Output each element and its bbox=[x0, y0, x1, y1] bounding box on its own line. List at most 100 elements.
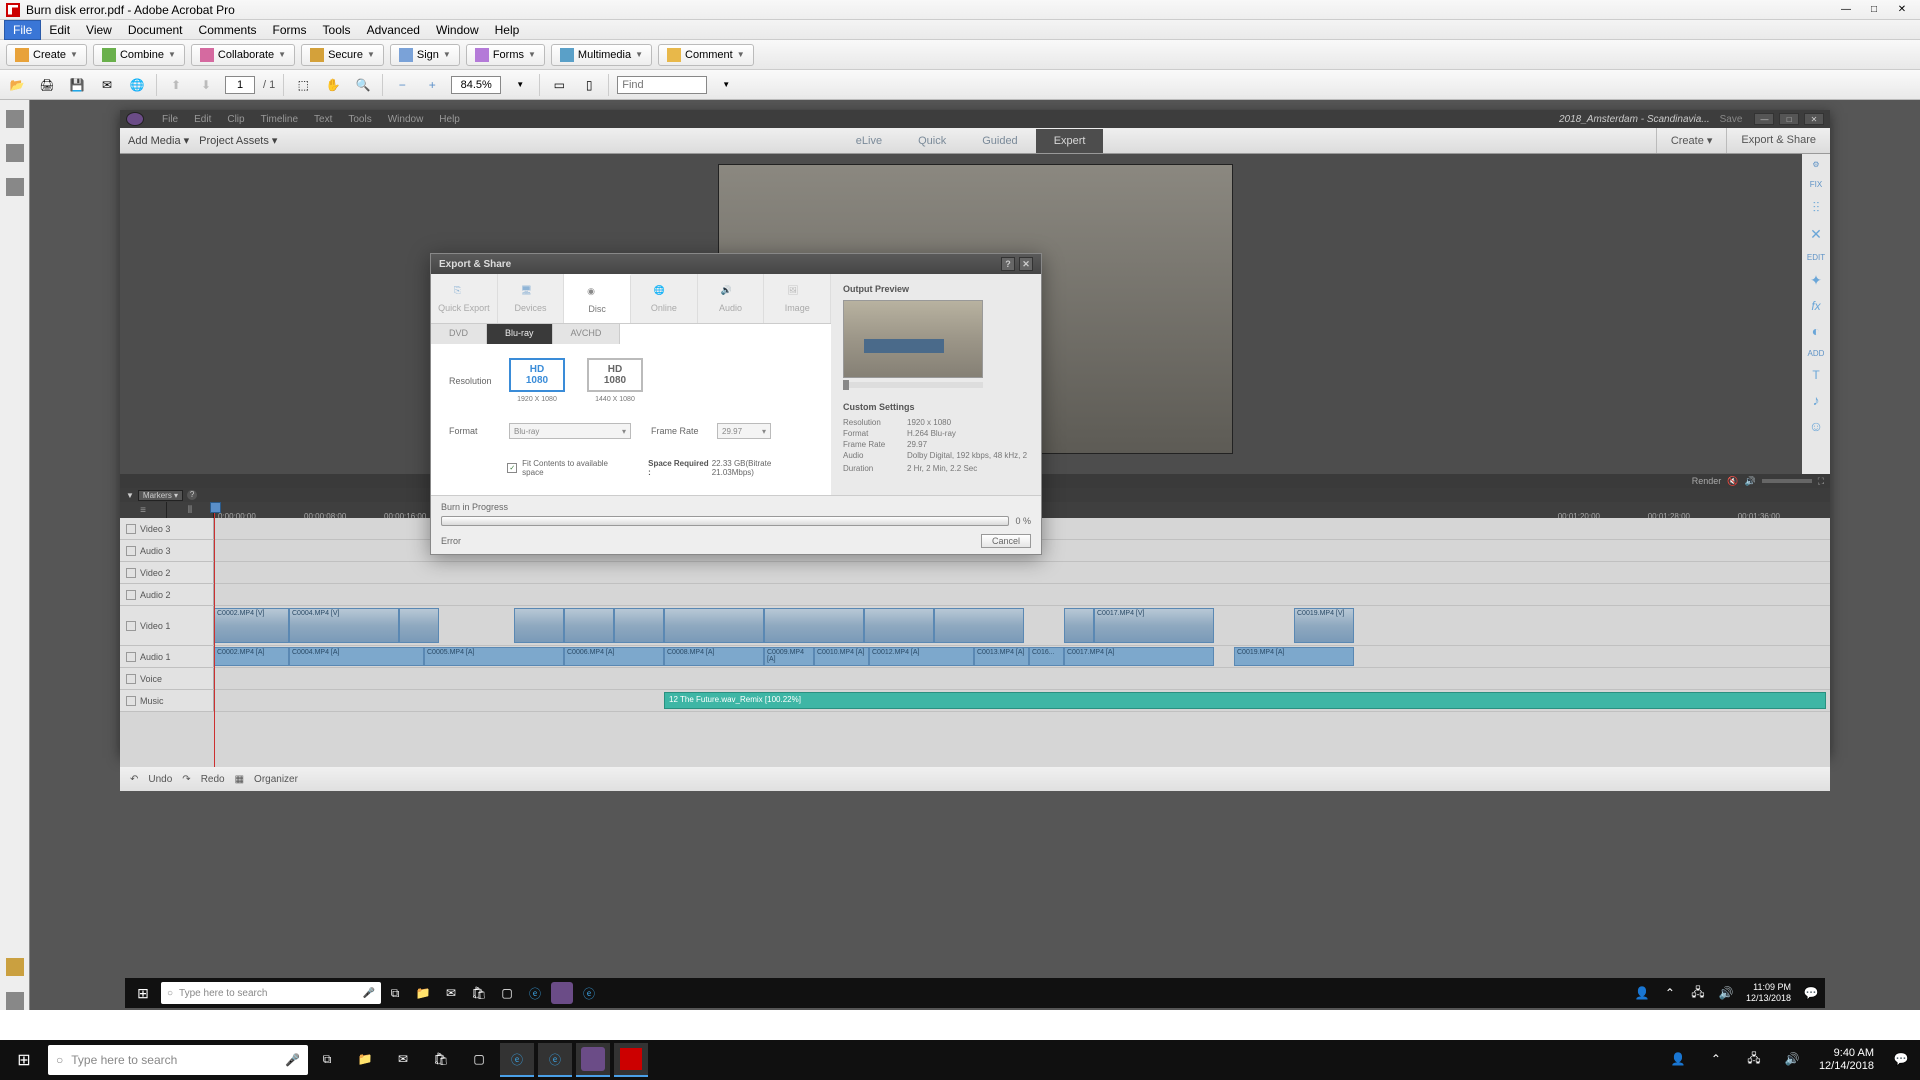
redo-button[interactable]: Redo bbox=[201, 774, 225, 785]
task-view-icon[interactable]: ⧉ bbox=[310, 1043, 344, 1077]
menu-document[interactable]: Document bbox=[120, 21, 191, 39]
premiere-taskbar-icon[interactable] bbox=[576, 1043, 610, 1077]
video-clip[interactable] bbox=[614, 608, 664, 643]
open-icon[interactable]: 📂 bbox=[6, 74, 28, 96]
timeline-tool-1[interactable]: ≡ bbox=[120, 502, 167, 518]
terminal-icon[interactable]: ▢ bbox=[462, 1043, 496, 1077]
fullscreen-icon[interactable]: ⛶ bbox=[1818, 476, 1824, 487]
tab-audio[interactable]: 🔊Audio bbox=[698, 274, 765, 323]
format-dropdown[interactable]: Blu-ray▾ bbox=[509, 423, 631, 439]
timeline-tool-2[interactable]: ⫴ bbox=[167, 502, 214, 518]
organizer-button[interactable]: Organizer bbox=[254, 774, 298, 785]
menu-comments[interactable]: Comments bbox=[191, 21, 265, 39]
inner-task-view-icon[interactable]: ⧉ bbox=[383, 981, 407, 1005]
transitions-icon[interactable]: ◐ bbox=[1812, 323, 1820, 339]
find-input[interactable] bbox=[617, 76, 707, 94]
track-toggle-icon[interactable] bbox=[126, 568, 136, 578]
pr-menu-clip[interactable]: Clip bbox=[219, 114, 252, 125]
resolution-1440[interactable]: HD1080 bbox=[587, 358, 643, 392]
minimize-button[interactable]: — bbox=[1834, 2, 1858, 18]
audio-clip[interactable]: C0012.MP4 [A] bbox=[869, 647, 974, 666]
preview-scrub-slider[interactable] bbox=[843, 382, 983, 388]
system-clock[interactable]: 9:40 AM12/14/2018 bbox=[1811, 1047, 1882, 1073]
menu-window[interactable]: Window bbox=[428, 21, 487, 39]
collaborate-button[interactable]: Collaborate▼ bbox=[191, 44, 295, 66]
inner-people-icon[interactable]: 👤 bbox=[1630, 981, 1654, 1005]
search-box[interactable]: ○ Type here to search 🎤 bbox=[48, 1045, 308, 1075]
fit-page-icon[interactable]: ▭ bbox=[548, 74, 570, 96]
menu-file[interactable]: File bbox=[4, 20, 41, 40]
effects-icon[interactable]: ✦ bbox=[1810, 272, 1822, 289]
comments-panel-icon[interactable] bbox=[6, 958, 24, 976]
undo-button[interactable]: Undo bbox=[148, 774, 172, 785]
dialog-titlebar[interactable]: Export & Share ? ✕ bbox=[431, 254, 1041, 274]
inner-terminal-icon[interactable]: ▢ bbox=[495, 981, 519, 1005]
volume-icon[interactable]: 🔊 bbox=[1744, 476, 1755, 487]
audio-clip[interactable]: C0019.MP4 [A] bbox=[1234, 647, 1354, 666]
marquee-zoom-icon[interactable]: 🔍 bbox=[352, 74, 374, 96]
inner-notifications-icon[interactable]: 💬 bbox=[1799, 981, 1823, 1005]
network-icon[interactable]: 🖧 bbox=[1737, 1043, 1771, 1077]
pr-menu-tools[interactable]: Tools bbox=[340, 114, 379, 125]
inner-explorer-icon[interactable]: 📁 bbox=[411, 981, 435, 1005]
subtab-bluray[interactable]: Blu-ray bbox=[487, 324, 553, 344]
organizer-icon[interactable]: ▦ bbox=[235, 774, 244, 785]
web-icon[interactable]: 🌐 bbox=[126, 74, 148, 96]
tray-up-icon[interactable]: ⌃ bbox=[1699, 1043, 1733, 1077]
adjust-icon[interactable]: ⫶⫶ bbox=[1813, 199, 1820, 216]
edge-icon[interactable]: ⓔ bbox=[538, 1043, 572, 1077]
zoom-input[interactable] bbox=[451, 76, 501, 94]
fit-width-icon[interactable]: ▯ bbox=[578, 74, 600, 96]
music-icon[interactable]: ♪ bbox=[1813, 392, 1820, 408]
mode-elive[interactable]: eLive bbox=[838, 129, 900, 153]
audio-clip[interactable]: C0006.MP4 [A] bbox=[564, 647, 664, 666]
undo-icon[interactable]: ↶ bbox=[130, 774, 138, 785]
inner-tray-up-icon[interactable]: ⌃ bbox=[1658, 981, 1682, 1005]
framerate-dropdown[interactable]: 29.97▾ bbox=[717, 423, 771, 439]
pr-menu-edit[interactable]: Edit bbox=[186, 114, 219, 125]
volume-slider[interactable] bbox=[1762, 479, 1812, 483]
panel-edit[interactable]: EDIT bbox=[1807, 253, 1825, 262]
subtab-dvd[interactable]: DVD bbox=[431, 324, 487, 344]
inner-network-icon[interactable]: 🖧 bbox=[1686, 981, 1710, 1005]
video-clip[interactable] bbox=[514, 608, 564, 643]
audio-clip[interactable]: C0010.MP4 [A] bbox=[814, 647, 869, 666]
fit-contents-checkbox[interactable]: ✓ bbox=[507, 463, 517, 473]
mode-guided[interactable]: Guided bbox=[964, 129, 1035, 153]
video-clip[interactable] bbox=[864, 608, 934, 643]
titles-icon[interactable]: T bbox=[1812, 368, 1819, 382]
video-clip[interactable] bbox=[399, 608, 439, 643]
forms-button[interactable]: Forms▼ bbox=[466, 44, 545, 66]
video-clip[interactable]: C0002.MP4 [V] bbox=[214, 608, 289, 643]
select-tool-icon[interactable]: ⬚ bbox=[292, 74, 314, 96]
pr-menu-help[interactable]: Help bbox=[431, 114, 468, 125]
tab-online[interactable]: 🌐Online bbox=[631, 274, 698, 323]
audio-clip[interactable]: C0009.MP4 [A] bbox=[764, 647, 814, 666]
create-dropdown[interactable]: Create ▾ bbox=[1656, 128, 1727, 153]
add-media-button[interactable]: Add Media ▾ bbox=[128, 134, 189, 147]
sign-button[interactable]: Sign▼ bbox=[390, 44, 460, 66]
signatures-panel-icon[interactable] bbox=[6, 178, 24, 196]
pr-menu-text[interactable]: Text bbox=[306, 114, 340, 125]
audio-clip[interactable]: C016... bbox=[1029, 647, 1064, 666]
audio-clip[interactable]: C0017.MP4 [A] bbox=[1064, 647, 1214, 666]
email-icon[interactable]: ✉ bbox=[96, 74, 118, 96]
mode-expert[interactable]: Expert bbox=[1036, 129, 1104, 153]
secure-button[interactable]: Secure▼ bbox=[301, 44, 384, 66]
track-toggle-icon[interactable] bbox=[126, 696, 136, 706]
attachments-panel-icon[interactable] bbox=[6, 992, 24, 1010]
fx-icon[interactable]: fx bbox=[1811, 299, 1820, 313]
file-explorer-icon[interactable]: 📁 bbox=[348, 1043, 382, 1077]
redo-icon[interactable]: ↷ bbox=[182, 774, 190, 785]
video-clip[interactable] bbox=[1064, 608, 1094, 643]
create-button[interactable]: Create▼ bbox=[6, 44, 87, 66]
inner-clock[interactable]: 11:09 PM12/13/2018 bbox=[1740, 982, 1797, 1004]
pages-panel-icon[interactable] bbox=[6, 110, 24, 128]
pr-menu-window[interactable]: Window bbox=[380, 114, 432, 125]
zoom-out-icon[interactable]: − bbox=[391, 74, 413, 96]
tab-image[interactable]: 🖼Image bbox=[764, 274, 831, 323]
page-number-input[interactable] bbox=[225, 76, 255, 94]
project-assets-button[interactable]: Project Assets ▾ bbox=[199, 134, 277, 147]
close-button[interactable]: ✕ bbox=[1890, 2, 1914, 18]
notifications-icon[interactable]: 💬 bbox=[1884, 1043, 1918, 1077]
